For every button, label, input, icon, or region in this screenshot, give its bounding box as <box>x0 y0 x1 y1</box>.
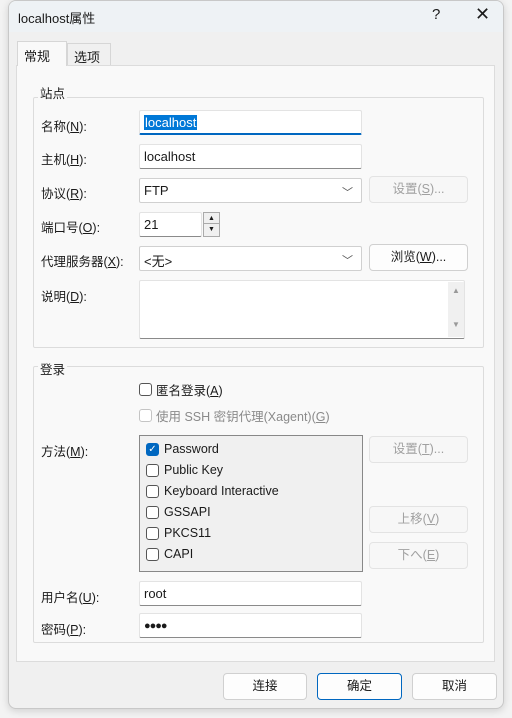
host-label: 主机(H): <box>41 153 87 167</box>
auth-method-label: CAPI <box>164 547 194 561</box>
method-label: 方法(M): <box>41 445 89 459</box>
tab-general[interactable]: 常规 <box>17 41 67 66</box>
window-title: localhost属性 <box>18 11 96 26</box>
auth-method-label: Keyboard Interactive <box>164 484 279 498</box>
password-input[interactable]: ●●●● <box>139 613 362 638</box>
title-bar: localhost属性 ? ✕ <box>9 1 503 32</box>
cancel-button[interactable]: 取消 <box>412 673 497 700</box>
port-input[interactable]: 21 <box>139 212 202 237</box>
proxy-label: 代理服务器(X): <box>41 255 124 269</box>
name-value: localhost <box>144 115 198 130</box>
arrow-down-icon[interactable]: ▼ <box>204 224 219 235</box>
checkbox-checked[interactable]: ✓ <box>146 442 159 456</box>
protocol-settings-button[interactable]: 设置(S)... <box>369 176 468 203</box>
auth-method-item[interactable]: ✓ Password <box>146 442 219 456</box>
site-group-label: 站点 <box>38 83 68 102</box>
ssh-agent-checkbox[interactable]: 使用 SSH 密钥代理(Xagent)(G) <box>139 406 330 425</box>
checkbox[interactable] <box>146 463 159 477</box>
checkbox[interactable] <box>146 547 159 561</box>
proxy-browse-button[interactable]: 浏览(W)... <box>369 244 468 271</box>
username-label: 用户名(U): <box>41 591 100 605</box>
tab-options[interactable]: 选项 <box>67 43 111 65</box>
chevron-down-icon: ﹀ <box>342 255 353 267</box>
connect-button[interactable]: 连接 <box>223 673 307 700</box>
auth-method-label: Password <box>164 442 219 456</box>
auth-method-item[interactable]: GSSAPI <box>146 505 211 519</box>
checkbox[interactable] <box>146 484 159 498</box>
login-group-label: 登录 <box>38 359 68 378</box>
help-button[interactable]: ? <box>432 6 440 23</box>
arrow-up-icon[interactable]: ▲ <box>204 213 219 224</box>
description-textarea[interactable] <box>139 280 465 339</box>
proxy-select[interactable]: <无> ﹀ <box>139 246 362 271</box>
port-label: 端口号(O): <box>41 221 101 235</box>
ok-button[interactable]: 确定 <box>317 673 402 700</box>
chevron-down-icon: ﹀ <box>342 187 353 199</box>
checkbox[interactable] <box>146 505 159 519</box>
checkbox[interactable] <box>139 383 152 396</box>
host-input[interactable]: localhost <box>139 144 362 169</box>
move-down-button[interactable]: 下へ(E) <box>369 542 468 569</box>
method-settings-button[interactable]: 设置(T)... <box>369 436 468 463</box>
auth-method-label: PKCS11 <box>164 526 212 540</box>
username-input[interactable]: root <box>139 581 362 606</box>
port-stepper[interactable]: ▲ ▼ <box>203 212 220 237</box>
anonymous-checkbox[interactable]: 匿名登录(A) <box>139 380 223 399</box>
protocol-select[interactable]: FTP ﹀ <box>139 178 362 203</box>
checkbox[interactable] <box>139 409 152 422</box>
auth-method-label: GSSAPI <box>164 505 211 519</box>
auth-method-list[interactable]: ✓ Password Public Key Keyboard Interactive G… <box>139 435 363 572</box>
ssh-agent-label: 使用 SSH 密钥代理(Xagent)(G) <box>156 410 330 424</box>
protocol-label: 协议(R): <box>41 187 87 201</box>
proxy-value: <无> <box>144 254 173 269</box>
auth-method-item[interactable]: Public Key <box>146 463 223 477</box>
auth-method-item[interactable]: CAPI <box>146 547 193 561</box>
auth-method-item[interactable]: Keyboard Interactive <box>146 484 279 498</box>
description-scrollbar[interactable]: ▲ ▼ <box>448 282 464 337</box>
close-button[interactable]: ✕ <box>475 4 490 25</box>
auth-method-item[interactable]: PKCS11 <box>146 526 211 540</box>
properties-dialog: localhost属性 ? ✕ 常规 选项 站点 名称(N): localhos… <box>8 0 504 709</box>
password-label: 密码(P): <box>41 623 87 637</box>
protocol-value: FTP <box>144 183 169 198</box>
auth-method-label: Public Key <box>164 463 224 477</box>
move-up-button[interactable]: 上移(V) <box>369 506 468 533</box>
name-input[interactable]: localhost <box>139 110 362 135</box>
checkbox[interactable] <box>146 526 159 540</box>
name-label: 名称(N): <box>41 120 87 134</box>
description-label: 说明(D): <box>41 290 87 304</box>
anonymous-label: 匿名登录(A) <box>156 384 223 398</box>
scroll-down-icon[interactable]: ▼ <box>448 320 464 329</box>
scroll-up-icon[interactable]: ▲ <box>448 286 464 295</box>
